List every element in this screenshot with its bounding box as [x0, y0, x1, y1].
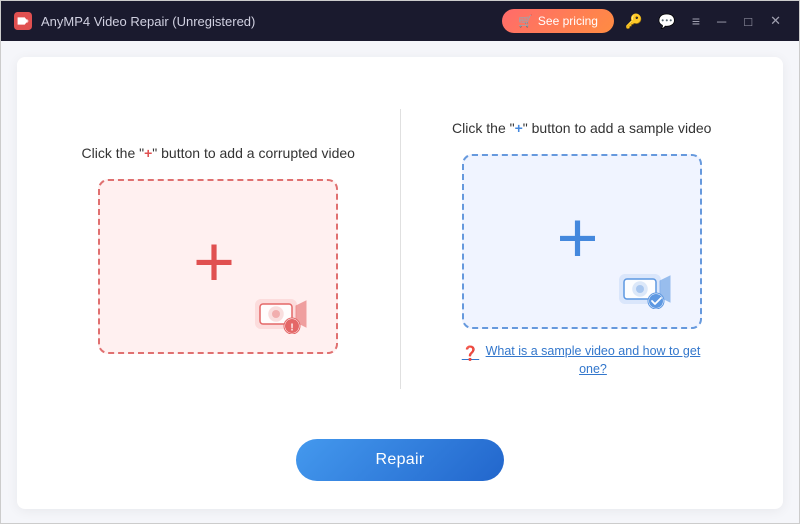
sample-camera-icon [618, 265, 672, 309]
corrupted-video-drop-zone[interactable]: + ! [98, 179, 338, 354]
repair-button[interactable]: Repair [296, 439, 505, 481]
corrupted-camera-icon: ! [254, 290, 308, 334]
titlebar: AnyMP4 Video Repair (Unregistered) 🛒 See… [1, 1, 799, 41]
titlebar-right: 🛒 See pricing 🔑 💬 ≡ ─ □ ✕ [502, 9, 787, 33]
main-content: Click the "+" button to add a corrupted … [17, 57, 783, 509]
left-panel-title: Click the "+" button to add a corrupted … [82, 145, 355, 161]
left-plus-symbol: + [144, 145, 152, 161]
add-sample-icon: + [557, 202, 599, 274]
bottom-row: Repair [37, 421, 763, 489]
minimize-button[interactable]: ─ [711, 12, 732, 31]
menu-icon[interactable]: ≡ [687, 11, 705, 31]
right-panel: Click the "+" button to add a sample vid… [401, 120, 764, 378]
right-panel-title: Click the "+" button to add a sample vid… [452, 120, 711, 136]
app-logo [13, 11, 33, 31]
close-button[interactable]: ✕ [764, 11, 787, 31]
sample-video-drop-zone[interactable]: + [462, 154, 702, 329]
maximize-button[interactable]: □ [738, 12, 758, 31]
svg-text:!: ! [291, 322, 294, 333]
chat-icon[interactable]: 💬 [653, 11, 680, 32]
right-plus-symbol: + [515, 120, 523, 136]
key-icon[interactable]: 🔑 [620, 11, 647, 32]
help-link[interactable]: ❓ What is a sample video and how to get … [462, 343, 702, 378]
left-panel: Click the "+" button to add a corrupted … [37, 145, 400, 354]
see-pricing-button[interactable]: 🛒 See pricing [502, 9, 614, 33]
help-circle-icon: ❓ [462, 344, 479, 364]
titlebar-left: AnyMP4 Video Repair (Unregistered) [13, 11, 255, 31]
pricing-label: See pricing [538, 14, 598, 28]
add-corrupted-icon: + [193, 226, 235, 298]
panels-row: Click the "+" button to add a corrupted … [37, 77, 763, 421]
app-title: AnyMP4 Video Repair (Unregistered) [41, 14, 255, 29]
help-link-text: What is a sample video and how to get on… [484, 343, 702, 378]
cart-icon: 🛒 [518, 14, 533, 28]
